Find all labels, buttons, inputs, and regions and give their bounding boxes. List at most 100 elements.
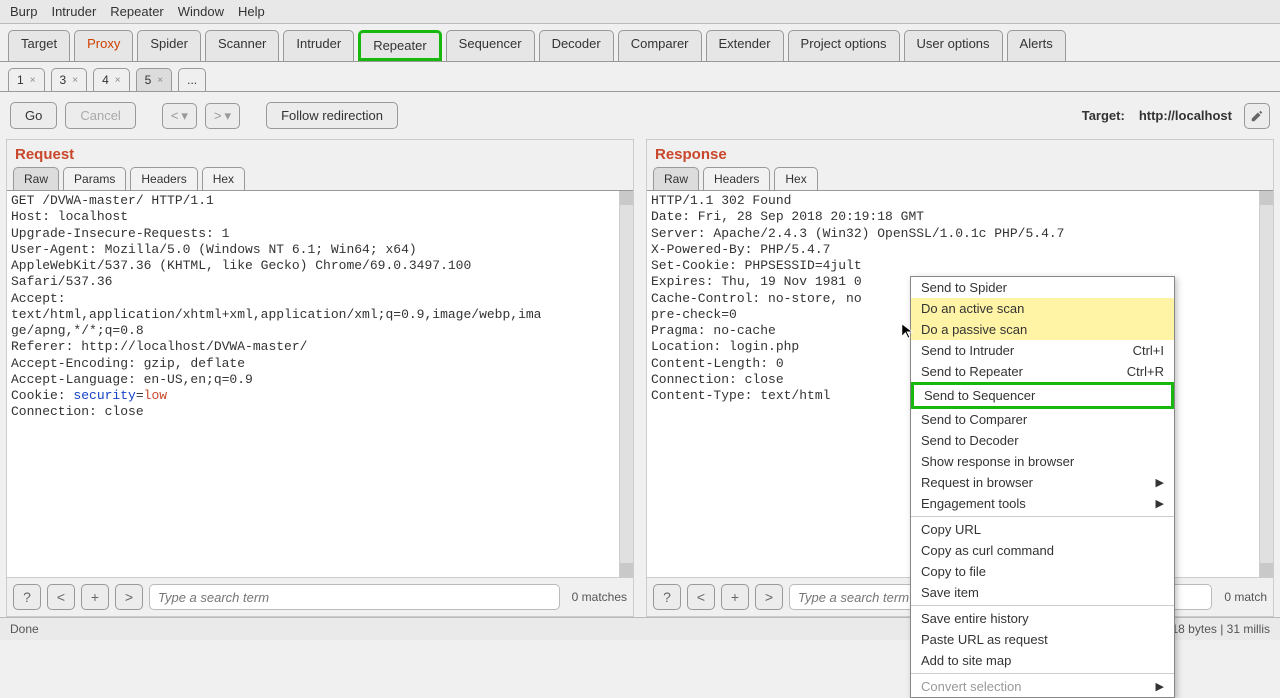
edit-target-button[interactable] [1244,103,1270,129]
tab-repeater[interactable]: Repeater [358,30,441,61]
subtab-1[interactable]: 1× [8,68,45,91]
menu-send-to-sequencer[interactable]: Send to Sequencer [911,382,1174,409]
menu-intruder[interactable]: Intruder [51,4,96,19]
tab-decoder[interactable]: Decoder [539,30,614,61]
tab-extender[interactable]: Extender [706,30,784,61]
menu-send-to-repeater[interactable]: Send to RepeaterCtrl+R [911,361,1174,382]
request-text: GET /DVWA-master/ HTTP/1.1 Host: localho… [11,193,542,403]
request-tab-headers[interactable]: Headers [130,167,197,190]
submenu-arrow-icon: ▶ [1156,476,1164,489]
scrollbar[interactable] [619,191,633,577]
close-icon[interactable]: × [30,75,36,86]
menu-send-to-intruder[interactable]: Send to IntruderCtrl+I [911,340,1174,361]
subtab-label: 1 [17,73,24,87]
tab-scanner[interactable]: Scanner [205,30,279,61]
context-menu: Send to Spider Do an active scan Do a pa… [910,276,1175,698]
menu-send-to-decoder[interactable]: Send to Decoder [911,430,1174,451]
menu-do-active-scan[interactable]: Do an active scan [911,298,1174,319]
shortcut: Ctrl+I [1133,343,1164,358]
status-right: 418 bytes | 31 millis [1165,622,1270,636]
menu-window[interactable]: Window [178,4,224,19]
response-tab-hex[interactable]: Hex [774,167,817,190]
submenu-arrow-icon: ▶ [1156,680,1164,693]
subtab-label: 3 [60,73,67,87]
request-tab-raw[interactable]: Raw [13,167,59,190]
search-input[interactable] [149,584,560,610]
menubar: Burp Intruder Repeater Window Help [0,0,1280,24]
tab-comparer[interactable]: Comparer [618,30,702,61]
scrollbar[interactable] [1259,191,1273,577]
tab-project-options[interactable]: Project options [788,30,900,61]
menu-paste-url[interactable]: Paste URL as request [911,629,1174,650]
close-icon[interactable]: × [157,75,163,86]
menu-copy-to-file[interactable]: Copy to file [911,561,1174,582]
subtab-4[interactable]: 4× [93,68,130,91]
response-title: Response [647,140,1273,167]
menu-repeater[interactable]: Repeater [110,4,163,19]
separator [911,673,1174,674]
nav-forward-button[interactable]: > ▾ [205,103,240,129]
menu-burp[interactable]: Burp [10,4,37,19]
controls-row: Go Cancel < ▾ > ▾ Follow redirection Tar… [0,92,1280,139]
request-pane: Request Raw Params Headers Hex GET /DVWA… [6,139,634,617]
subtab-label: 5 [145,73,152,87]
help-button[interactable]: ? [653,584,681,610]
nav-back-button[interactable]: < ▾ [162,103,197,129]
prev-match-button[interactable]: < [47,584,75,610]
subtab-label: 4 [102,73,109,87]
subtab-5[interactable]: 5× [136,68,173,91]
main-tabs: Target Proxy Spider Scanner Intruder Rep… [0,24,1280,62]
menu-show-response-browser[interactable]: Show response in browser [911,451,1174,472]
request-tab-params[interactable]: Params [63,167,126,190]
add-button[interactable]: + [81,584,109,610]
tab-spider[interactable]: Spider [137,30,201,61]
menu-save-item[interactable]: Save item [911,582,1174,603]
menu-copy-url[interactable]: Copy URL [911,519,1174,540]
repeater-subtabs: 1× 3× 4× 5× ... [0,62,1280,92]
shortcut: Ctrl+R [1127,364,1164,379]
tab-alerts[interactable]: Alerts [1007,30,1066,61]
help-button[interactable]: ? [13,584,41,610]
tab-target[interactable]: Target [8,30,70,61]
menu-copy-curl[interactable]: Copy as curl command [911,540,1174,561]
matches-label: 0 matches [572,590,627,604]
submenu-arrow-icon: ▶ [1156,497,1164,510]
request-tail: Connection: close [11,404,144,419]
tab-sequencer[interactable]: Sequencer [446,30,535,61]
follow-redirection-button[interactable]: Follow redirection [266,102,398,129]
add-button[interactable]: + [721,584,749,610]
menu-send-to-spider[interactable]: Send to Spider [911,277,1174,298]
cancel-button[interactable]: Cancel [65,102,135,129]
menu-do-passive-scan[interactable]: Do a passive scan [911,319,1174,340]
tab-user-options[interactable]: User options [904,30,1003,61]
menu-save-entire-history[interactable]: Save entire history [911,608,1174,629]
subtab-3[interactable]: 3× [51,68,88,91]
request-search-row: ? < + > 0 matches [7,577,633,616]
target-value: http://localhost [1139,108,1232,123]
subtab-more[interactable]: ... [178,68,206,91]
menu-help[interactable]: Help [238,4,265,19]
next-match-button[interactable]: > [755,584,783,610]
close-icon[interactable]: × [115,75,121,86]
menu-request-in-browser[interactable]: Request in browser▶ [911,472,1174,493]
menu-engagement-tools[interactable]: Engagement tools▶ [911,493,1174,514]
request-title: Request [7,140,633,167]
menu-add-to-site-map[interactable]: Add to site map [911,650,1174,671]
matches-label: 0 match [1224,590,1267,604]
response-tab-headers[interactable]: Headers [703,167,770,190]
separator [911,605,1174,606]
request-raw-view[interactable]: GET /DVWA-master/ HTTP/1.1 Host: localho… [7,191,633,577]
tab-intruder[interactable]: Intruder [283,30,354,61]
go-button[interactable]: Go [10,102,57,129]
close-icon[interactable]: × [72,75,78,86]
menu-send-to-comparer[interactable]: Send to Comparer [911,409,1174,430]
tab-proxy[interactable]: Proxy [74,30,133,61]
next-match-button[interactable]: > [115,584,143,610]
chevron-down-icon: ▾ [225,108,232,124]
separator [911,516,1174,517]
request-tab-hex[interactable]: Hex [202,167,245,190]
target-label: Target: [1082,108,1125,123]
response-tab-raw[interactable]: Raw [653,167,699,190]
menu-convert-selection[interactable]: Convert selection▶ [911,676,1174,697]
prev-match-button[interactable]: < [687,584,715,610]
